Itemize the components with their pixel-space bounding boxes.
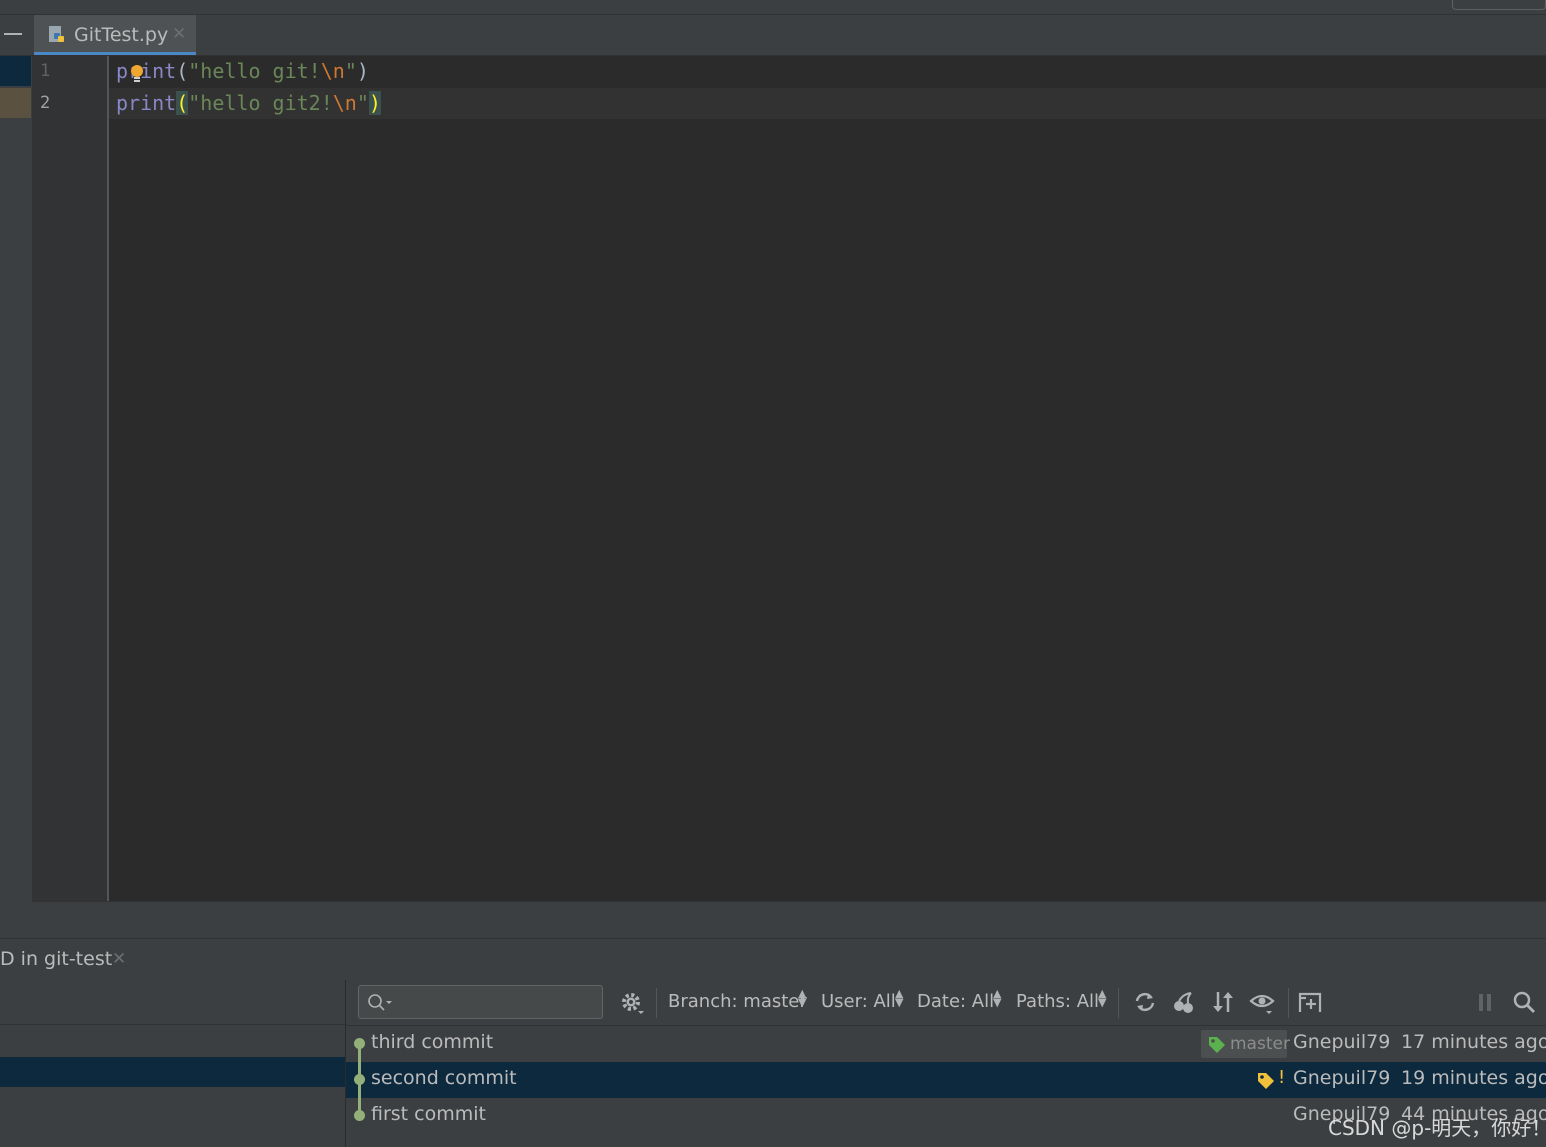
eye-icon[interactable]: [1249, 989, 1275, 1015]
python-file-icon: [49, 26, 64, 42]
chevron-updown-icon: ▲ ▼: [993, 987, 1002, 1009]
commit-author: Gnepuil79: [1293, 1067, 1391, 1089]
branch-ref-name: master: [1230, 1034, 1290, 1054]
line-number: 2: [40, 93, 51, 113]
branch-ref-label: master: [1201, 1030, 1290, 1058]
commit-row[interactable]: second commit ! Gnepuil79 19 minutes ago: [346, 1062, 1546, 1098]
search-input[interactable]: [358, 985, 603, 1019]
pause-icon[interactable]: [1472, 989, 1498, 1015]
commit-date: 17 minutes ago: [1401, 1031, 1546, 1053]
code-line[interactable]: print("hello git!\n"): [116, 59, 369, 83]
user-filter[interactable]: User: All: [821, 991, 896, 1012]
code-line[interactable]: print("hello git2!\n"): [116, 91, 381, 115]
code-token: ): [368, 91, 381, 115]
code-editor[interactable]: [109, 56, 1546, 901]
paths-filter[interactable]: Paths: All: [1016, 991, 1099, 1012]
tag-icon: [1209, 1037, 1225, 1053]
tab-gittest-py[interactable]: GitTest.py ✕: [34, 15, 196, 55]
stripe-marker: [0, 88, 31, 118]
git-panel-header: D in git-test ✕: [0, 938, 1546, 981]
commit-message: third commit: [371, 1031, 494, 1053]
code-token: \n: [332, 91, 357, 115]
close-icon[interactable]: ✕: [172, 24, 186, 44]
left-tool-stripe: [0, 56, 33, 936]
code-token: ": [344, 59, 357, 83]
code-token: ): [356, 59, 369, 83]
chevron-updown-icon: ▲ ▼: [1098, 987, 1107, 1009]
commit-row[interactable]: third commit master Gnepuil79 17 minutes…: [346, 1026, 1546, 1062]
toolbar-pill[interactable]: [1452, 0, 1546, 10]
code-token: "hello git2!: [188, 91, 333, 115]
new-tab-icon[interactable]: [1297, 989, 1323, 1015]
tab-title: GitTest.py: [74, 24, 169, 46]
commit-graph-node: [354, 1038, 365, 1049]
title-strip: [0, 0, 1546, 15]
tag-icon: [1258, 1073, 1274, 1089]
code-token: "hello git!: [188, 59, 321, 83]
close-icon[interactable]: ✕: [112, 949, 126, 969]
search-icon[interactable]: [1511, 989, 1537, 1015]
commit-message: second commit: [371, 1067, 517, 1089]
ref-marker: !: [1278, 1067, 1286, 1088]
git-log-toolbar: Branch: master ▲ ▼ User: All ▲ ▼ Date: All…: [346, 980, 1546, 1026]
code-token: ": [356, 91, 369, 115]
chevron-updown-icon: ▲ ▼: [798, 987, 807, 1009]
commit-author: Gnepuil79: [1293, 1031, 1391, 1053]
toolbar-separator: [1288, 988, 1289, 1018]
commit-graph-node: [354, 1110, 365, 1121]
toolbar-separator: [656, 988, 657, 1018]
branch-row-selected[interactable]: [0, 1057, 345, 1087]
commit-date: 19 minutes ago: [1401, 1067, 1546, 1089]
commit-graph-node: [354, 1074, 365, 1085]
code-token: (: [176, 59, 189, 83]
code-token: \n: [320, 59, 345, 83]
sort-icon[interactable]: [1210, 989, 1236, 1015]
stripe-marker: [0, 56, 31, 86]
panel-tab-title[interactable]: D in git-test: [0, 948, 112, 970]
editor-bottom-bar: [32, 901, 1546, 938]
minimize-icon[interactable]: [4, 33, 22, 35]
date-filter[interactable]: Date: All: [917, 991, 994, 1012]
divider: [0, 1024, 345, 1025]
gear-icon[interactable]: [618, 989, 644, 1015]
cherry-pick-icon[interactable]: [1171, 989, 1197, 1015]
code-token: print: [116, 59, 177, 83]
line-number-gutter: 1 2: [32, 56, 109, 901]
editor-tab-bar: [0, 15, 1546, 56]
toolbar-separator: [1118, 988, 1119, 1018]
search-icon: [368, 994, 392, 1011]
line-number: 1: [40, 61, 51, 81]
commit-message: first commit: [371, 1103, 486, 1125]
bulb-icon[interactable]: [130, 64, 144, 84]
watermark: CSDN @p-明天，你好！: [1328, 1116, 1546, 1140]
code-token: (: [176, 91, 189, 115]
chevron-updown-icon: ▲ ▼: [895, 987, 904, 1009]
refresh-icon[interactable]: [1132, 989, 1158, 1015]
branch-filter[interactable]: Branch: master: [668, 991, 807, 1012]
code-token: print: [116, 91, 177, 115]
